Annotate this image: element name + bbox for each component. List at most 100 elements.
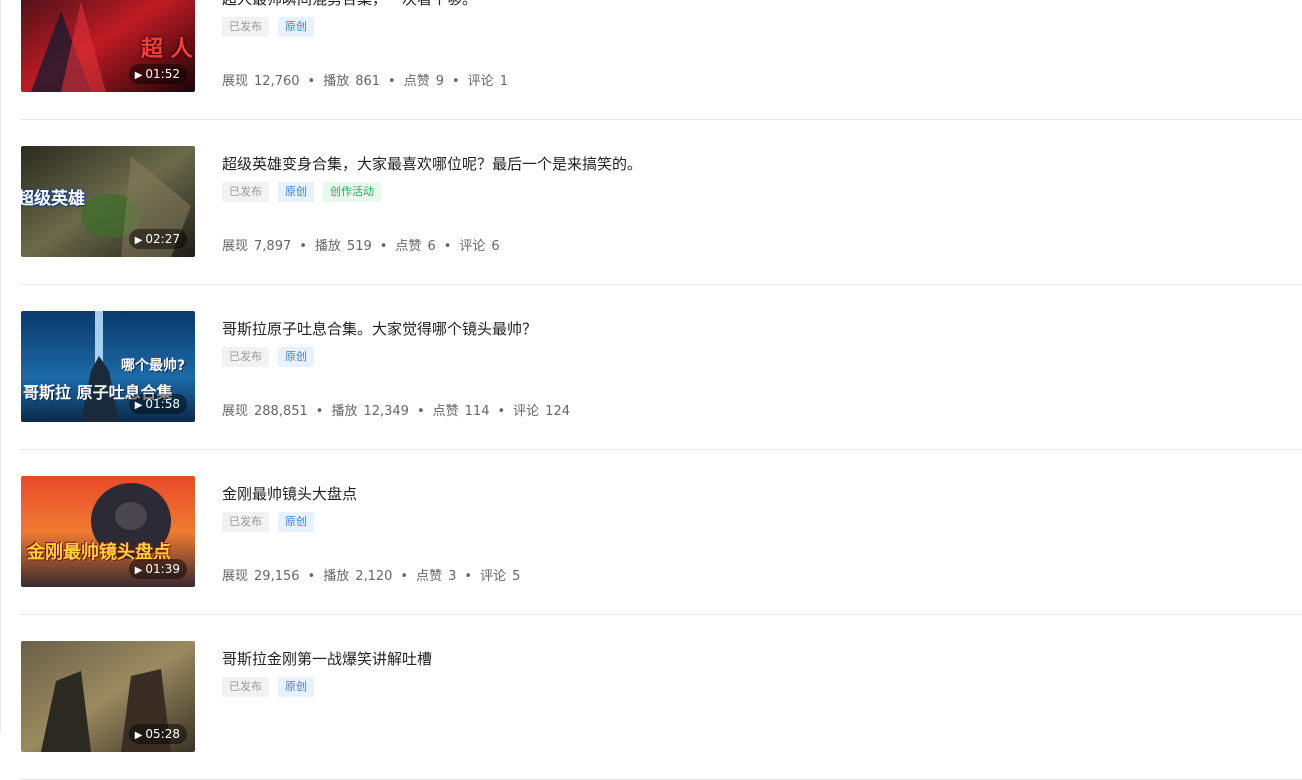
separator-dot: • xyxy=(379,239,388,254)
comments-label: 评论 xyxy=(513,404,540,419)
comments-label: 评论 xyxy=(467,74,494,89)
thumbnail-caption: 超级英雄 xyxy=(21,189,85,209)
status-tag: 已发布 xyxy=(222,17,269,37)
tag-group: 已发布 原创 xyxy=(222,347,323,367)
separator-dot: • xyxy=(416,404,425,419)
status-tag: 已发布 xyxy=(222,182,269,202)
plays-label: 播放 xyxy=(314,239,341,254)
video-title[interactable]: 超级英雄变身合集，大家最喜欢哪位呢？最后一个是来搞笑的。 xyxy=(222,154,642,174)
video-stats: 展现 7,897 • 播放 519 • 点赞 6 • 评论 6 xyxy=(222,238,500,256)
likes-value: 9 xyxy=(435,74,444,89)
video-title[interactable]: 超人最帅瞬间混剪合集，一次看个够。 xyxy=(222,0,477,9)
status-tag: 已发布 xyxy=(222,677,269,697)
video-thumbnail[interactable]: 金刚最帅镜头盘点 ▶ 01:39 xyxy=(21,476,195,587)
likes-value: 114 xyxy=(464,404,490,419)
video-info: 金刚最帅镜头大盘点 已发布 原创 展现 29,156 • 播放 2,120 • 点赞 3 • 评论… xyxy=(222,450,1302,614)
separator-dot: • xyxy=(443,239,452,254)
video-stats: 展现 288,851 • 播放 12,349 • 点赞 114 • 评论 124 xyxy=(222,403,570,421)
separator-dot: • xyxy=(464,569,473,584)
likes-label: 点赞 xyxy=(395,239,422,254)
separator-dot: • xyxy=(307,74,316,89)
duration-text: 01:52 xyxy=(145,67,180,81)
original-tag: 原创 xyxy=(278,512,314,532)
separator-dot: • xyxy=(315,404,324,419)
play-icon: ▶ xyxy=(134,565,143,576)
video-thumbnail[interactable]: 超级英雄 ▶ 02:27 xyxy=(21,146,195,257)
plays-label: 播放 xyxy=(323,74,350,89)
impressions-label: 展现 xyxy=(222,239,249,254)
impressions-value: 7,897 xyxy=(254,239,292,254)
video-info: 哥斯拉金刚第一战爆笑讲解吐槽 已发布 原创 xyxy=(222,615,1302,779)
video-row[interactable]: 哪个最帅? 哥斯拉 原子吐息合集 ▶ 01:58 哥斯拉原子吐息合集。大家觉得哪个… xyxy=(20,285,1302,450)
duration-badge: ▶ 02:27 xyxy=(128,229,187,249)
separator-dot: • xyxy=(307,569,316,584)
duration-badge: ▶ 01:52 xyxy=(128,64,187,84)
plays-value: 861 xyxy=(355,74,381,89)
impressions-value: 29,156 xyxy=(254,569,300,584)
original-tag: 原创 xyxy=(278,677,314,697)
plays-label: 播放 xyxy=(331,404,358,419)
impressions-value: 12,760 xyxy=(254,74,300,89)
video-row[interactable]: 金刚最帅镜头盘点 ▶ 01:39 金刚最帅镜头大盘点 已发布 原创 展现 29,15… xyxy=(20,450,1302,615)
video-thumbnail[interactable]: 哪个最帅? 哥斯拉 原子吐息合集 ▶ 01:58 xyxy=(21,311,195,422)
likes-value: 3 xyxy=(448,569,457,584)
duration-text: 02:27 xyxy=(145,232,180,246)
duration-badge: ▶ 01:58 xyxy=(128,394,187,414)
likes-label: 点赞 xyxy=(403,74,430,89)
video-stats: 展现 29,156 • 播放 2,120 • 点赞 3 • 评论 5 xyxy=(222,568,520,586)
comments-label: 评论 xyxy=(480,569,507,584)
likes-value: 6 xyxy=(427,239,436,254)
video-title[interactable]: 哥斯拉原子吐息合集。大家觉得哪个镜头最帅？ xyxy=(222,319,537,339)
duration-badge: ▶ 01:39 xyxy=(128,559,187,579)
video-title[interactable]: 哥斯拉金刚第一战爆笑讲解吐槽 xyxy=(222,649,432,669)
activity-tag: 创作活动 xyxy=(323,182,381,202)
original-tag: 原创 xyxy=(278,182,314,202)
impressions-label: 展现 xyxy=(222,74,249,89)
video-title[interactable]: 金刚最帅镜头大盘点 xyxy=(222,484,357,504)
duration-text: 01:58 xyxy=(145,397,180,411)
separator-dot: • xyxy=(400,569,409,584)
video-row[interactable]: 超 人 ▶01:52 超人最帅瞬间混剪合集，一次看个够。 已发布 原创 展现 12… xyxy=(20,0,1302,120)
plays-label: 播放 xyxy=(323,569,350,584)
duration-text: 05:28 xyxy=(145,727,180,741)
video-thumbnail[interactable]: 超 人 ▶ 01:52 xyxy=(21,0,195,92)
status-tag: 已发布 xyxy=(222,347,269,367)
video-thumbnail[interactable]: ▶ 05:28 xyxy=(21,641,195,752)
tag-group: 已发布 原创 创作活动 xyxy=(222,182,390,202)
video-stats: 展现 12,760 • 播放 861 • 点赞 9 • 评论 1 xyxy=(222,73,508,91)
comments-value: 6 xyxy=(491,239,500,254)
tag-group: 已发布 原创 xyxy=(222,677,323,697)
separator-dot: • xyxy=(388,74,396,89)
video-info: 哥斯拉原子吐息合集。大家觉得哪个镜头最帅？ 已发布 原创 展现 288,851 • 播… xyxy=(222,285,1302,449)
impressions-label: 展现 xyxy=(222,569,249,584)
original-tag: 原创 xyxy=(278,17,314,37)
plays-value: 519 xyxy=(346,239,372,254)
thumbnail-caption: 超 人 xyxy=(141,37,193,62)
play-icon: ▶ xyxy=(134,70,143,81)
left-border xyxy=(0,0,1,732)
duration-text: 01:39 xyxy=(145,562,180,576)
tag-group: 已发布 原创 xyxy=(222,17,323,37)
play-icon: ▶ xyxy=(134,235,143,246)
video-row[interactable]: ▶ 05:28 哥斯拉金刚第一战爆笑讲解吐槽 已发布 原创 xyxy=(20,615,1302,780)
tag-group: 已发布 原创 xyxy=(222,512,323,532)
comments-value: 1 xyxy=(499,74,508,89)
comments-value: 124 xyxy=(545,404,570,419)
video-info: 超人最帅瞬间混剪合集，一次看个够。 已发布 原创 展现 12,760 • 播放 861 •… xyxy=(222,0,1302,119)
plays-value: 12,349 xyxy=(363,404,409,419)
status-tag: 已发布 xyxy=(222,512,269,532)
video-info: 超级英雄变身合集，大家最喜欢哪位呢？最后一个是来搞笑的。 已发布 原创 创作活动… xyxy=(222,120,1302,284)
comments-value: 5 xyxy=(512,569,521,584)
thumbnail-caption-secondary: 哪个最帅? xyxy=(121,358,186,374)
plays-value: 2,120 xyxy=(355,569,393,584)
video-row[interactable]: 超级英雄 ▶ 02:27 超级英雄变身合集，大家最喜欢哪位呢？最后一个是来搞笑的。… xyxy=(20,120,1302,285)
separator-dot: • xyxy=(299,239,307,254)
separator-dot: • xyxy=(452,74,460,89)
comments-label: 评论 xyxy=(459,239,486,254)
duration-badge: ▶ 05:28 xyxy=(128,724,187,744)
original-tag: 原创 xyxy=(278,347,314,367)
likes-label: 点赞 xyxy=(432,404,459,419)
likes-label: 点赞 xyxy=(416,569,443,584)
video-list: 超 人 ▶01:52 超人最帅瞬间混剪合集，一次看个够。 已发布 原创 展现12… xyxy=(20,0,1302,780)
impressions-label: 展现 xyxy=(222,404,249,419)
